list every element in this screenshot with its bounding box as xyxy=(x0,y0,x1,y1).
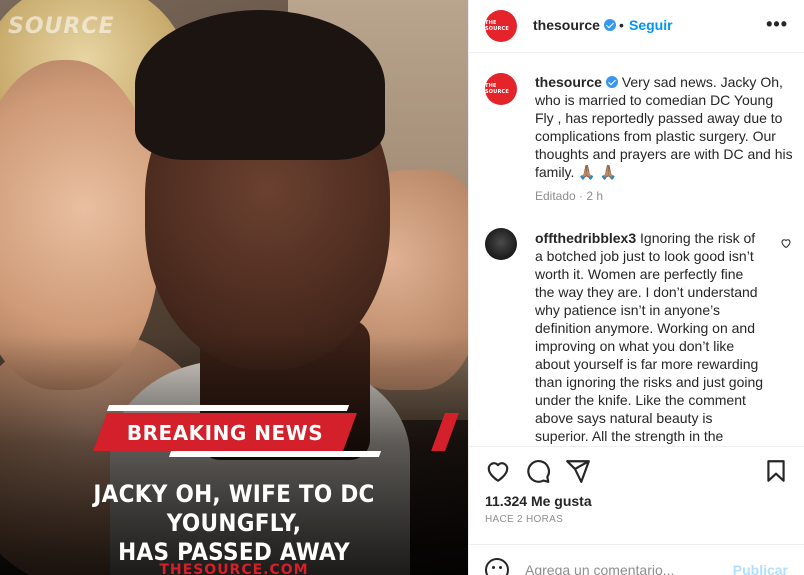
more-options-icon[interactable]: ••• xyxy=(766,14,788,35)
save-bookmark-icon[interactable] xyxy=(763,458,789,484)
like-heart-icon[interactable] xyxy=(485,458,511,484)
avatar-text: THE SOURCE xyxy=(485,20,510,32)
verified-icon xyxy=(603,19,616,31)
actions-divider xyxy=(469,446,804,447)
comment-username[interactable]: offthedribblex3 xyxy=(535,230,636,246)
separator-dot: • xyxy=(619,17,624,33)
like-count[interactable]: 11.324 Me gusta xyxy=(485,493,592,509)
comment-body: offthedribblex3 Ignoring the risk of a b… xyxy=(535,229,765,445)
caption-body: thesource Very sad news. Jacky Oh, who i… xyxy=(535,73,795,181)
verified-icon xyxy=(605,76,618,88)
post-header: THE SOURCE thesource • Seguir ••• xyxy=(469,0,804,53)
caption-username[interactable]: thesource xyxy=(535,74,602,90)
caption-avatar[interactable]: THE SOURCE xyxy=(485,73,517,105)
add-comment-input[interactable]: Agrega un comentario... xyxy=(525,562,674,575)
edited-label: Editado xyxy=(535,189,576,203)
like-comment-heart-icon[interactable] xyxy=(780,237,792,249)
comment-bubble-icon[interactable] xyxy=(525,458,551,484)
action-bar xyxy=(469,458,804,486)
comment-avatar[interactable] xyxy=(485,228,517,260)
image-watermark: SOURCE xyxy=(8,14,115,39)
post-comment-button[interactable]: Publicar xyxy=(733,562,788,575)
follow-button[interactable]: Seguir xyxy=(629,17,673,33)
post-timestamp[interactable]: HACE 2 HORAS xyxy=(485,514,563,525)
headline-line-1: JACKY OH, WIFE TO DC YOUNGFLY, xyxy=(93,480,375,537)
share-send-icon[interactable] xyxy=(565,458,591,484)
breaking-news-text: BREAKING NEWS xyxy=(126,421,324,445)
avatar[interactable]: THE SOURCE xyxy=(485,10,517,42)
image-site-credit: THESOURCE.COM xyxy=(159,562,309,575)
post-details-panel: THE SOURCE thesource • Seguir ••• THE SO… xyxy=(469,0,804,575)
caption-avatar-text: THE SOURCE xyxy=(485,83,510,95)
post-image[interactable]: SOURCE BREAKING NEWS JACKY OH, WIFE TO D… xyxy=(0,0,468,575)
emoji-picker-icon[interactable] xyxy=(485,558,509,575)
caption-age[interactable]: 2 h xyxy=(586,189,603,203)
caption-meta: Editado · 2 h xyxy=(535,189,604,203)
comment-text: Ignoring the risk of a botched job just … xyxy=(535,230,764,444)
breaking-news-badge: BREAKING NEWS xyxy=(93,405,459,457)
username-link[interactable]: thesource xyxy=(533,17,616,33)
image-headline: JACKY OH, WIFE TO DC YOUNGFLY, HAS PASSE… xyxy=(23,480,444,567)
add-comment-divider xyxy=(469,544,804,545)
